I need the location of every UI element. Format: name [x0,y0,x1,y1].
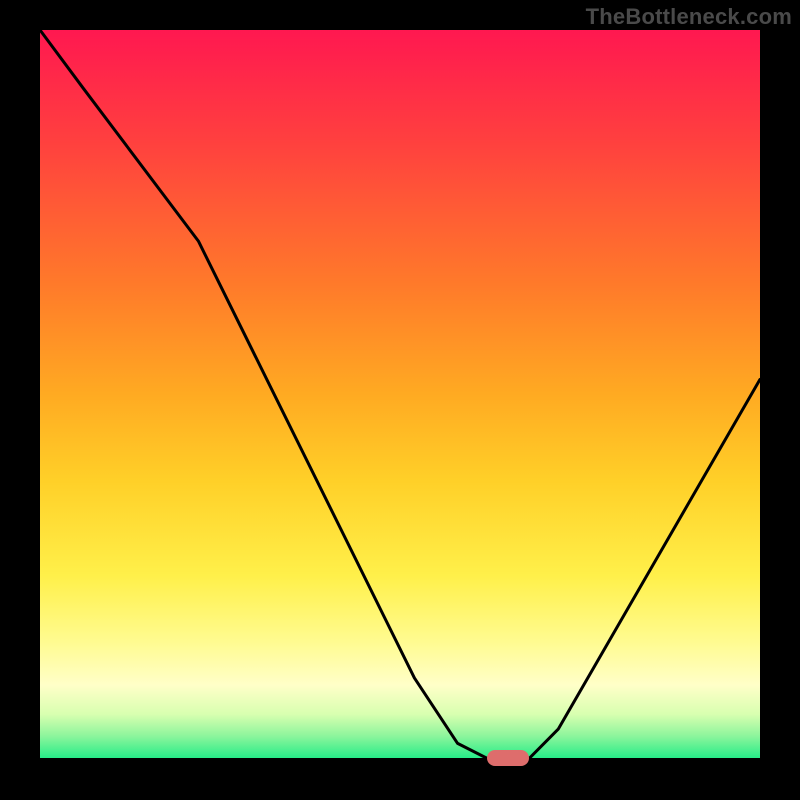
gradient-plot-area [40,30,760,758]
chart-frame: TheBottleneck.com [0,0,800,800]
watermark-text: TheBottleneck.com [586,4,792,30]
optimal-point-marker [487,750,529,766]
